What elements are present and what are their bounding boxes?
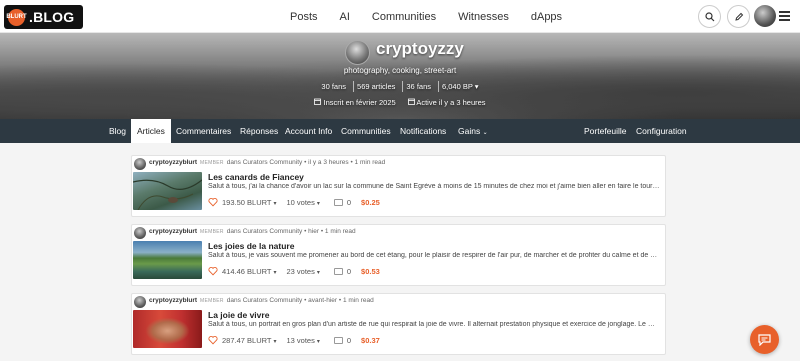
post-thumbnail[interactable] <box>133 310 202 348</box>
profile-name: cryptoyzzy <box>376 39 464 58</box>
author-name[interactable]: cryptoyzzyblurt <box>149 159 197 166</box>
post-footer: 193.50 BLURT ▾ 10 votes ▾ 0 $0.25 <box>208 196 380 208</box>
member-badge: MEMBER <box>200 160 224 166</box>
caret-down-icon: ▾ <box>273 338 277 345</box>
caret-down-icon: ▾ <box>273 200 277 207</box>
calendar-icon <box>407 98 415 105</box>
comment-count[interactable]: 0 <box>333 267 351 276</box>
post-footer: 287.47 BLURT ▾ 13 votes ▾ 0 $0.37 <box>208 334 380 346</box>
write-post-button[interactable] <box>727 5 750 28</box>
main-nav: Posts AI Communities Witnesses dApps <box>290 0 562 33</box>
blurt-logo-icon: BLURT <box>6 8 27 26</box>
post-value: $0.37 <box>361 335 380 345</box>
post-title[interactable]: La joie de vivre <box>208 310 269 320</box>
profile-about: photography, cooking, street-art <box>343 66 457 75</box>
chat-icon <box>758 333 771 346</box>
nav-dapps[interactable]: dApps <box>531 11 562 23</box>
post-footer: 414.46 BLURT ▾ 23 votes ▾ 0 $0.53 <box>208 265 380 277</box>
tab-blog[interactable]: Blog <box>103 119 132 143</box>
post-title[interactable]: Les joies de la nature <box>208 241 294 251</box>
search-button[interactable] <box>698 5 721 28</box>
last-active: Active il y a 3 heures <box>407 98 486 107</box>
tab-wallet[interactable]: Portefeuille <box>578 119 633 143</box>
post-community: dans Curators Community • avant-hier • 1… <box>226 297 374 304</box>
tab-gains[interactable]: Gains ⌄ <box>452 119 494 143</box>
profile-stats: 30 fans 569 articles 36 fans 6,040 BP ▾ <box>0 81 800 92</box>
author-name[interactable]: cryptoyzzyblurt <box>149 297 197 304</box>
vote-count[interactable]: 23 votes ▾ <box>287 267 320 276</box>
post-card[interactable]: cryptoyzzyblurt MEMBER dans Curators Commu… <box>131 293 666 355</box>
comment-icon <box>333 336 343 344</box>
nav-witnesses[interactable]: Witnesses <box>458 11 509 23</box>
post-value: $0.25 <box>361 197 380 207</box>
tab-account-info[interactable]: Account Info <box>279 119 338 143</box>
heart-icon[interactable] <box>208 335 218 345</box>
caret-down-icon: ▾ <box>316 200 320 207</box>
post-thumbnail[interactable] <box>133 241 202 279</box>
tab-articles[interactable]: Articles <box>131 119 171 143</box>
author-avatar[interactable] <box>134 158 146 170</box>
user-avatar[interactable] <box>754 5 776 27</box>
comment-count[interactable]: 0 <box>333 198 351 207</box>
post-payout[interactable]: 414.46 BLURT ▾ <box>222 267 277 276</box>
tab-comments[interactable]: Commentaires <box>170 119 237 143</box>
post-meta: cryptoyzzyblurt MEMBER dans Curators Commu… <box>149 228 356 235</box>
stat-following[interactable]: 36 fans <box>402 81 434 92</box>
post-excerpt[interactable]: Salut à tous, un portrait en gros plan d… <box>208 321 663 328</box>
author-avatar[interactable] <box>134 296 146 308</box>
tab-communities[interactable]: Communities <box>335 119 397 143</box>
post-meta: cryptoyzzyblurt MEMBER dans Curators Commu… <box>149 159 385 166</box>
comment-icon <box>333 267 343 275</box>
post-community: dans Curators Community • il y a 3 heure… <box>226 159 386 166</box>
caret-down-icon: ▾ <box>273 269 277 276</box>
comment-icon <box>333 198 343 206</box>
post-excerpt[interactable]: Salut à tous, j'ai la chance d'avoir un … <box>208 183 663 190</box>
post-value: $0.53 <box>361 266 380 276</box>
member-badge: MEMBER <box>200 298 224 304</box>
vote-count[interactable]: 10 votes ▾ <box>287 198 320 207</box>
tab-settings[interactable]: Configuration <box>630 119 693 143</box>
chat-button[interactable] <box>750 325 779 354</box>
member-badge: MEMBER <box>200 229 224 235</box>
profile-banner: cryptoyzzy photography, cooking, street-… <box>0 33 800 119</box>
post-community: dans Curators Community • hier • 1 min r… <box>226 228 356 235</box>
stat-fans[interactable]: 30 fans <box>318 81 349 92</box>
post-payout[interactable]: 193.50 BLURT ▾ <box>222 198 277 207</box>
calendar-icon <box>314 98 322 105</box>
profile-avatar <box>345 40 370 65</box>
blurt-logo[interactable]: BLURT .BLOG <box>4 5 83 29</box>
author-avatar[interactable] <box>134 227 146 239</box>
top-navbar: BLURT .BLOG Posts AI Communities Witness… <box>0 0 800 33</box>
caret-down-icon: ▾ <box>316 269 320 276</box>
post-payout[interactable]: 287.47 BLURT ▾ <box>222 336 277 345</box>
comment-count[interactable]: 0 <box>333 336 351 345</box>
post-card[interactable]: cryptoyzzyblurt MEMBER dans Curators Commu… <box>131 155 666 217</box>
post-excerpt[interactable]: Salut à tous, je vais souvent me promene… <box>208 252 663 259</box>
joined-date: Inscrit en février 2025 <box>314 98 396 107</box>
search-icon <box>704 11 714 21</box>
nav-communities[interactable]: Communities <box>372 11 436 23</box>
logo-text: .BLOG <box>29 9 75 25</box>
post-card[interactable]: cryptoyzzyblurt MEMBER dans Curators Commu… <box>131 224 666 286</box>
profile-meta: Inscrit en février 2025 Active il y a 3 … <box>0 98 800 107</box>
post-thumbnail[interactable] <box>132 172 203 211</box>
post-title[interactable]: Les canards de Fiancey <box>208 172 304 182</box>
caret-down-icon: ▾ <box>316 338 320 345</box>
profile-tabs: Blog Articles Commentaires Réponses Acco… <box>0 119 800 143</box>
nav-ai[interactable]: AI <box>340 11 350 23</box>
heart-icon[interactable] <box>208 266 218 276</box>
vote-count[interactable]: 13 votes ▾ <box>287 336 320 345</box>
stat-articles[interactable]: 569 articles <box>353 81 398 92</box>
pencil-icon <box>734 12 743 21</box>
chevron-down-icon: ⌄ <box>482 130 488 136</box>
tab-replies[interactable]: Réponses <box>234 119 284 143</box>
author-name[interactable]: cryptoyzzyblurt <box>149 228 197 235</box>
post-meta: cryptoyzzyblurt MEMBER dans Curators Commu… <box>149 297 374 304</box>
nav-posts[interactable]: Posts <box>290 11 318 23</box>
stat-bp[interactable]: 6,040 BP ▾ <box>438 81 482 92</box>
menu-icon[interactable] <box>779 11 790 21</box>
heart-icon[interactable] <box>208 197 218 207</box>
tab-notifications[interactable]: Notifications <box>394 119 452 143</box>
